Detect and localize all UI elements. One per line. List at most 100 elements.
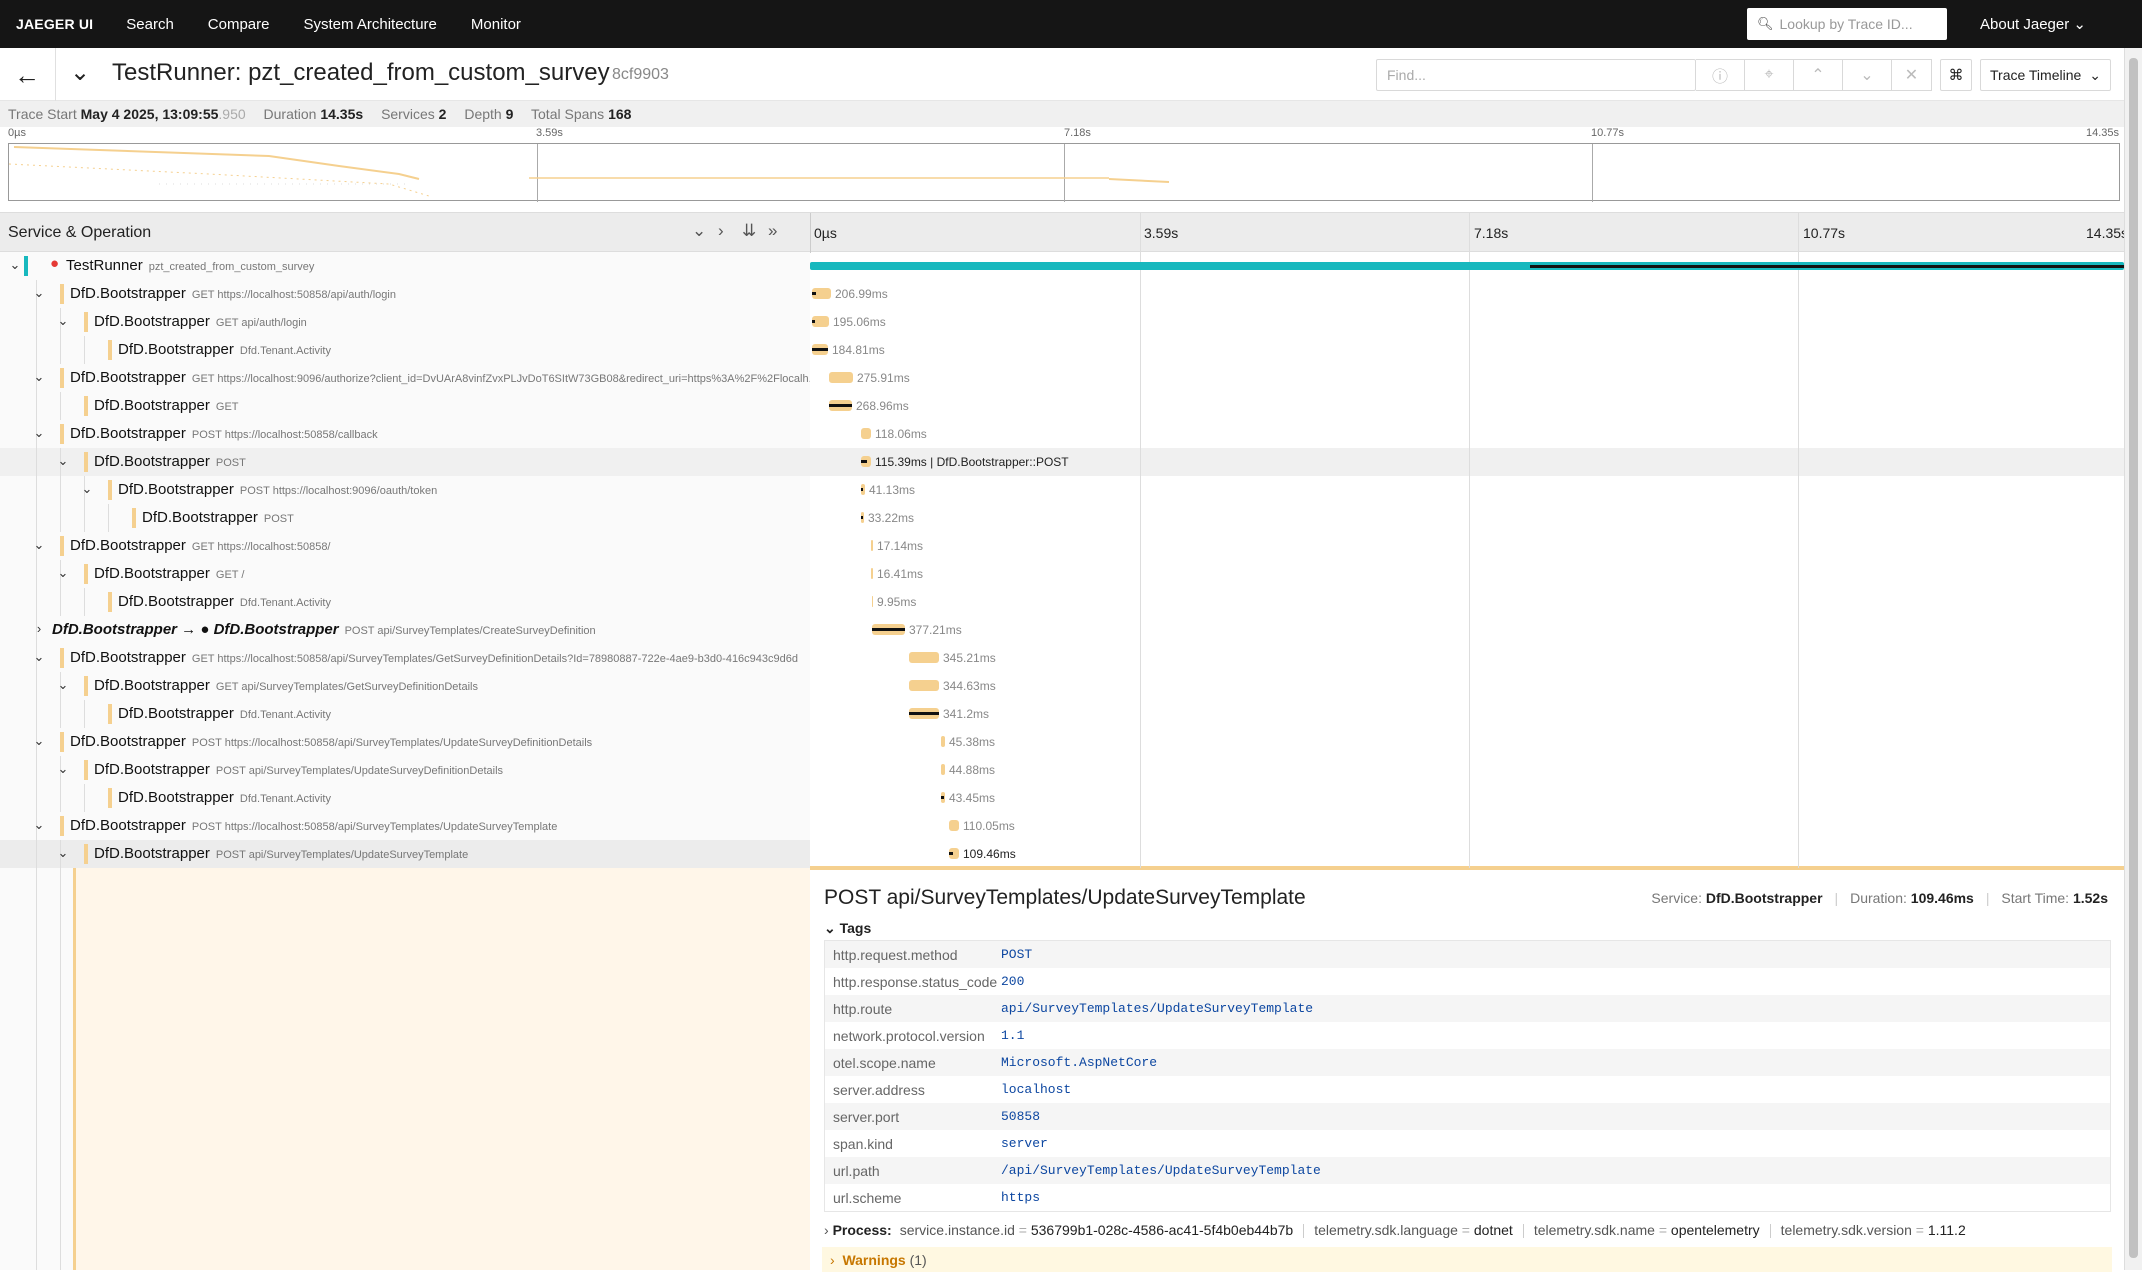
span-row[interactable]: DfD.Bootstrapper GET 268.96ms	[0, 392, 2124, 420]
span-row[interactable]: ⌄ DfD.Bootstrapper POST https://localhost:…	[0, 812, 2124, 840]
nav-system-architecture[interactable]: System Architecture	[287, 16, 454, 33]
chevron-down-icon[interactable]: ⌄	[56, 453, 70, 469]
span-timeline-cell[interactable]: 9.95ms	[810, 588, 2124, 616]
span-name-cell[interactable]: ⌄ DfD.Bootstrapper POST https://localhost:…	[0, 476, 810, 504]
nav-compare[interactable]: Compare	[191, 16, 287, 33]
chevron-down-icon[interactable]: ⌄	[56, 565, 70, 581]
span-row[interactable]: ⌄ DfD.Bootstrapper GET / 16.41ms	[0, 560, 2124, 588]
span-timeline-cell[interactable]: 17.14ms	[810, 532, 2124, 560]
span-timeline-cell[interactable]: 115.39ms | DfD.Bootstrapper::POST	[810, 448, 2124, 476]
span-timeline-cell[interactable]: 268.96ms	[810, 392, 2124, 420]
span-timeline-cell[interactable]: 45.38ms	[810, 728, 2124, 756]
span-timeline-cell[interactable]: 118.06ms	[810, 420, 2124, 448]
next-match-icon[interactable]: ⌄	[1843, 59, 1892, 91]
tag-value[interactable]: server	[1001, 1136, 1048, 1151]
span-row[interactable]: ⌄ DfD.Bootstrapper GET https://localhost:5…	[0, 280, 2124, 308]
span-bar[interactable]	[941, 764, 945, 775]
span-bar[interactable]	[871, 568, 873, 579]
chevron-down-icon[interactable]: ⌄	[32, 733, 46, 749]
brand-logo[interactable]: JAEGER UI	[0, 16, 109, 32]
span-row[interactable]: ⌄ DfD.Bootstrapper POST api/SurveyTemplate…	[0, 756, 2124, 784]
chevron-down-icon[interactable]: ⌄	[56, 761, 70, 777]
span-timeline-cell[interactable]: 344.63ms	[810, 672, 2124, 700]
chevron-right-icon[interactable]: ›	[32, 621, 46, 636]
chevron-down-icon[interactable]: ⌄	[32, 425, 46, 441]
chevron-down-icon[interactable]: ⌄	[32, 649, 46, 665]
span-timeline-cell[interactable]: 16.41ms	[810, 560, 2124, 588]
span-row[interactable]: ⌄ DfD.Bootstrapper POST https://localhost:…	[0, 476, 2124, 504]
warnings-section[interactable]: › Warnings (1)	[822, 1247, 2112, 1272]
trace-minimap[interactable]: 0µs 3.59s 7.18s 10.77s 14.35s	[0, 127, 2124, 207]
span-name-cell[interactable]: ⌄ DfD.Bootstrapper GET /	[0, 560, 810, 588]
span-name-cell[interactable]: DfD.Bootstrapper POST	[0, 504, 810, 532]
span-name-cell[interactable]: ⌄ DfD.Bootstrapper POST https://localhost:…	[0, 728, 810, 756]
span-name-cell[interactable]: ⌄ DfD.Bootstrapper POST api/SurveyTemplate…	[0, 840, 810, 868]
span-timeline-cell[interactable]	[810, 252, 2124, 280]
span-row[interactable]: DfD.Bootstrapper Dfd.Tenant.Activity 341.2…	[0, 700, 2124, 728]
span-name-cell[interactable]: ⌄ ● TestRunner pzt_created_from_custom_surv…	[0, 252, 810, 280]
span-bar[interactable]	[872, 596, 873, 607]
span-name-cell[interactable]: ⌄ DfD.Bootstrapper POST https://localhost:…	[0, 812, 810, 840]
tag-value[interactable]: 50858	[1001, 1109, 1040, 1124]
scrollbar-thumb[interactable]	[2129, 58, 2138, 1258]
tag-value[interactable]: POST	[1001, 947, 1032, 962]
span-name-cell[interactable]: DfD.Bootstrapper GET	[0, 392, 810, 420]
tag-value[interactable]: https	[1001, 1190, 1040, 1205]
span-name-cell[interactable]: ⌄ DfD.Bootstrapper POST	[0, 448, 810, 476]
keyboard-shortcuts-icon[interactable]: ⌘	[1940, 59, 1972, 91]
span-bar[interactable]	[909, 652, 939, 663]
collapse-all-icon[interactable]: ⇊	[742, 221, 756, 241]
span-name-cell[interactable]: › DfD.Bootstrapper → ● DfD.Bootstrapper PO…	[0, 616, 810, 644]
chevron-down-icon[interactable]: ⌄	[8, 257, 22, 273]
expand-one-icon[interactable]: ›	[718, 221, 724, 241]
span-row[interactable]: ⌄ DfD.Bootstrapper POST api/SurveyTemplate…	[0, 840, 2124, 868]
span-timeline-cell[interactable]: 43.45ms	[810, 784, 2124, 812]
divider[interactable]	[810, 213, 811, 253]
tag-value[interactable]: 200	[1001, 974, 1024, 989]
span-timeline-cell[interactable]: 44.88ms	[810, 756, 2124, 784]
span-bar[interactable]	[909, 680, 939, 691]
process-section[interactable]: › Process: service.instance.id = 536799b1…	[824, 1222, 1966, 1239]
span-name-cell[interactable]: DfD.Bootstrapper Dfd.Tenant.Activity	[0, 700, 810, 728]
span-name-cell[interactable]: DfD.Bootstrapper Dfd.Tenant.Activity	[0, 588, 810, 616]
span-name-cell[interactable]: ⌄ DfD.Bootstrapper GET api/SurveyTemplates…	[0, 672, 810, 700]
span-name-cell[interactable]: ⌄ DfD.Bootstrapper GET https://localhost:9…	[0, 364, 810, 392]
tag-value[interactable]: localhost	[1001, 1082, 1071, 1097]
span-row[interactable]: DfD.Bootstrapper Dfd.Tenant.Activity 184.8…	[0, 336, 2124, 364]
span-row[interactable]: ⌄ DfD.Bootstrapper POST https://localhost:…	[0, 728, 2124, 756]
span-bar[interactable]	[941, 736, 945, 747]
view-selector[interactable]: Trace Timeline ⌄	[1980, 59, 2111, 91]
page-scrollbar[interactable]	[2124, 48, 2142, 1270]
span-timeline-cell[interactable]: 184.81ms	[810, 336, 2124, 364]
chevron-down-icon[interactable]: ⌄	[32, 537, 46, 553]
span-name-cell[interactable]: ⌄ DfD.Bootstrapper POST https://localhost:…	[0, 420, 810, 448]
nav-search[interactable]: Search	[109, 16, 191, 33]
chevron-down-icon[interactable]: ⌄	[56, 677, 70, 693]
span-row[interactable]: ⌄ ● TestRunner pzt_created_from_custom_surv…	[0, 252, 2124, 280]
clear-icon[interactable]: ✕	[1892, 59, 1932, 91]
span-timeline-cell[interactable]: 33.22ms	[810, 504, 2124, 532]
chevron-down-icon[interactable]: ⌄	[56, 845, 70, 861]
span-timeline-cell[interactable]: 41.13ms	[810, 476, 2124, 504]
chevron-down-icon[interactable]: ⌄	[80, 481, 94, 497]
span-row[interactable]: ⌄ DfD.Bootstrapper GET api/SurveyTemplates…	[0, 672, 2124, 700]
span-row[interactable]: ⌄ DfD.Bootstrapper GET https://localhost:5…	[0, 644, 2124, 672]
span-row[interactable]: DfD.Bootstrapper POST 33.22ms	[0, 504, 2124, 532]
prev-match-icon[interactable]: ⌃	[1794, 59, 1843, 91]
span-row[interactable]: ⌄ DfD.Bootstrapper POST 115.39ms | DfD.Boot…	[0, 448, 2124, 476]
span-bar[interactable]	[829, 372, 853, 383]
span-row[interactable]: ⌄ DfD.Bootstrapper GET https://localhost:9…	[0, 364, 2124, 392]
span-timeline-cell[interactable]: 206.99ms	[810, 280, 2124, 308]
nav-monitor[interactable]: Monitor	[454, 16, 538, 33]
chevron-down-icon[interactable]: ⌄	[56, 313, 70, 329]
span-bar[interactable]	[871, 540, 873, 551]
span-bar[interactable]	[949, 820, 959, 831]
tag-value[interactable]: Microsoft.AspNetCore	[1001, 1055, 1157, 1070]
collapse-one-icon[interactable]: ⌄	[692, 221, 706, 241]
span-name-cell[interactable]: ⌄ DfD.Bootstrapper GET https://localhost:5…	[0, 280, 810, 308]
span-timeline-cell[interactable]: 377.21ms	[810, 616, 2124, 644]
span-timeline-cell[interactable]: 110.05ms	[810, 812, 2124, 840]
span-timeline-cell[interactable]: 275.91ms	[810, 364, 2124, 392]
span-row[interactable]: DfD.Bootstrapper Dfd.Tenant.Activity 43.45…	[0, 784, 2124, 812]
span-timeline-cell[interactable]: 345.21ms	[810, 644, 2124, 672]
